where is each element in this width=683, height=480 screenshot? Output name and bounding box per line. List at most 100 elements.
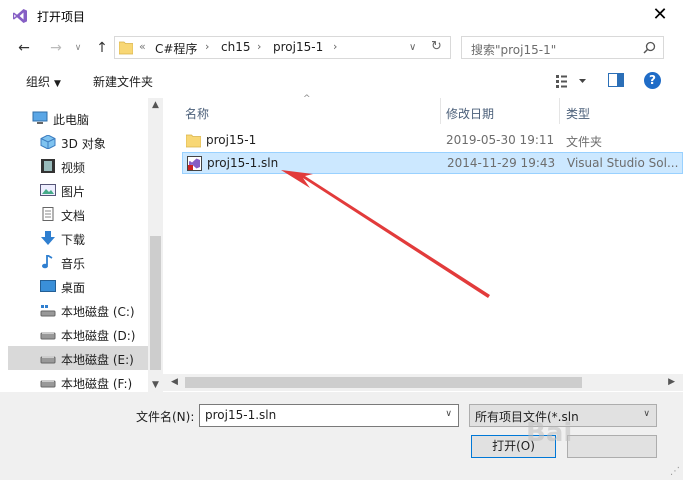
document-icon [42, 207, 54, 221]
close-button[interactable]: ✕ [637, 0, 683, 32]
footer-panel: 文件名(N): proj15-1.sln ∨ 所有项目文件(*.sln ∨ 打开… [0, 392, 683, 480]
column-divider[interactable] [440, 98, 441, 124]
breadcrumb-separator[interactable]: › [333, 40, 337, 53]
sidebar-item-3d-objects[interactable]: 3D 对象 [8, 130, 148, 154]
filename-input[interactable]: proj15-1.sln ∨ [199, 404, 459, 427]
horizontal-scrollbar[interactable]: ◀ ▶ [163, 374, 683, 391]
desktop-icon [40, 280, 56, 292]
sidebar-item-label: 此电脑 [53, 113, 90, 127]
file-type: 文件夹 [566, 135, 603, 149]
sidebar-item-label: 图片 [61, 185, 86, 199]
visual-studio-solution-icon [187, 156, 202, 171]
download-icon [41, 231, 55, 245]
visual-studio-logo-icon [13, 9, 27, 23]
filename-label: 文件名(N): [136, 410, 195, 424]
preview-pane-icon[interactable] [608, 73, 624, 87]
organize-label: 组织 [26, 75, 51, 89]
dialog-title: 打开项目 [37, 10, 86, 24]
search-placeholder[interactable]: 搜索"proj15-1" [471, 41, 556, 58]
new-folder-button[interactable]: 新建文件夹 [93, 73, 153, 90]
refresh-button[interactable]: ↻ [431, 39, 442, 54]
scrollbar-thumb[interactable] [185, 377, 582, 388]
up-button[interactable]: ↑ [92, 38, 112, 58]
sidebar-item-music[interactable]: 音乐 [8, 250, 148, 274]
chevron-down-icon[interactable]: ∨ [643, 409, 650, 419]
folder-icon [186, 134, 201, 148]
title-bar: 打开项目 ✕ [0, 0, 683, 32]
file-row-folder[interactable]: proj15-1 2019-05-30 19:11 文件夹 [182, 130, 683, 152]
column-divider[interactable] [559, 98, 560, 124]
drive-icon [40, 332, 56, 340]
sidebar-item-this-pc[interactable]: 此电脑 [8, 106, 148, 130]
film-icon [41, 159, 55, 173]
file-type: Visual Studio Sol... [567, 156, 679, 170]
picture-icon [40, 184, 56, 196]
command-toolbar: 组织 ▼ 新建文件夹 ? [0, 64, 683, 98]
breadcrumb-separator[interactable]: › [257, 40, 261, 53]
address-bar[interactable]: « C#程序 › ch15 › proj15-1 › ∨ ↻ [114, 36, 451, 59]
search-icon[interactable] [643, 41, 656, 54]
sidebar-item-label: 文档 [61, 209, 86, 223]
cancel-button[interactable] [567, 435, 657, 458]
sidebar-item-label: 下载 [61, 233, 86, 247]
help-button[interactable]: ? [644, 72, 661, 89]
filename-value[interactable]: proj15-1.sln [205, 408, 276, 422]
organize-button[interactable]: 组织 ▼ [26, 73, 61, 90]
file-name: proj15-1.sln [207, 156, 279, 170]
back-button[interactable]: ← [14, 38, 34, 58]
sidebar-item-pictures[interactable]: 图片 [8, 178, 148, 202]
scroll-left-icon[interactable]: ◀ [171, 377, 178, 387]
recent-locations-dropdown[interactable]: ∨ [68, 38, 88, 58]
sidebar-item-documents[interactable]: 文档 [8, 202, 148, 226]
drive-icon [40, 305, 56, 317]
chevron-down-icon[interactable]: ∨ [445, 409, 452, 419]
sidebar-item-label: 本地磁盘 (C:) [61, 305, 135, 319]
column-header-type[interactable]: 类型 [566, 105, 590, 131]
chevron-down-icon: ▼ [54, 79, 61, 89]
file-row-solution[interactable]: proj15-1.sln 2014-11-29 19:43 Visual Stu… [182, 152, 683, 174]
search-box[interactable]: 搜索"proj15-1" [461, 36, 664, 59]
watermark: Bai [526, 418, 573, 448]
sidebar-item-label: 视频 [61, 161, 86, 175]
sidebar-item-downloads[interactable]: 下载 [8, 226, 148, 250]
file-date: 2014-11-29 19:43 [447, 156, 556, 170]
forward-button[interactable]: → [46, 38, 66, 58]
sort-indicator: ^ [303, 94, 311, 104]
drive-icon [40, 356, 56, 364]
sidebar-item-desktop[interactable]: 桌面 [8, 274, 148, 298]
sidebar-item-drive-e[interactable]: 本地磁盘 (E:) [8, 346, 148, 370]
sidebar-scrollbar[interactable]: ▲ ▼ [148, 98, 163, 392]
resize-grip-icon[interactable]: ⋰ [670, 466, 680, 477]
scroll-up-icon[interactable]: ▲ [148, 100, 163, 110]
scroll-right-icon[interactable]: ▶ [668, 377, 675, 387]
column-header-name[interactable]: 名称 [185, 105, 209, 131]
breadcrumb-item[interactable]: C#程序 [155, 40, 197, 57]
address-dropdown-button[interactable]: ∨ [409, 42, 416, 53]
sidebar-item-label: 本地磁盘 (F:) [61, 377, 133, 391]
file-date: 2019-05-30 19:11 [446, 133, 555, 147]
computer-icon [32, 111, 48, 124]
sidebar-item-label: 本地磁盘 (E:) [61, 353, 134, 367]
breadcrumb-separator[interactable]: › [205, 40, 209, 53]
cube-icon [40, 135, 56, 149]
breadcrumb-item[interactable]: proj15-1 [273, 40, 323, 54]
column-header-date[interactable]: 修改日期 [446, 105, 494, 131]
scrollbar-thumb[interactable] [150, 236, 161, 370]
scroll-down-icon[interactable]: ▼ [148, 380, 163, 390]
sidebar-item-drive-c[interactable]: 本地磁盘 (C:) [8, 298, 148, 322]
navigation-pane: 此电脑 3D 对象 视频 图片 文档 下载 音乐 桌面 本地磁盘 (C:) 本地… [0, 98, 163, 392]
file-list: ^ 名称 修改日期 类型 proj15-1 2019-05-30 19:11 文… [163, 94, 683, 392]
music-icon [42, 255, 53, 269]
sidebar-item-label: 音乐 [61, 257, 86, 271]
sidebar-item-label: 3D 对象 [61, 137, 106, 151]
change-view-icon[interactable] [555, 72, 591, 90]
address-overflow-chevron[interactable]: « [139, 40, 146, 53]
file-name: proj15-1 [206, 133, 257, 147]
folder-icon [119, 41, 133, 55]
sidebar-item-drive-f[interactable]: 本地磁盘 (F:) [8, 370, 148, 392]
sidebar-item-drive-d[interactable]: 本地磁盘 (D:) [8, 322, 148, 346]
sidebar-item-videos[interactable]: 视频 [8, 154, 148, 178]
breadcrumb-item[interactable]: ch15 [221, 40, 250, 54]
drive-icon [40, 380, 56, 388]
sidebar-item-label: 本地磁盘 (D:) [61, 329, 136, 343]
